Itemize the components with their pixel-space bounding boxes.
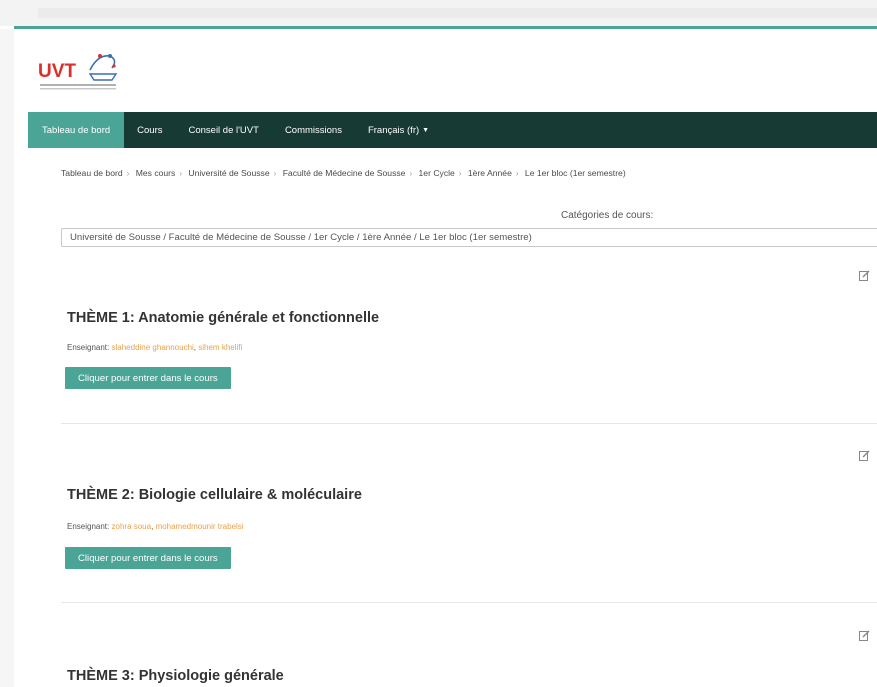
breadcrumb-link[interactable]: Mes cours bbox=[136, 168, 176, 178]
edit-icon[interactable] bbox=[859, 630, 870, 641]
teacher-label: Enseignant: bbox=[67, 343, 110, 352]
edit-icon[interactable] bbox=[859, 270, 870, 281]
nav-item-courses[interactable]: Cours bbox=[124, 112, 175, 148]
enter-course-button[interactable]: Cliquer pour entrer dans le cours bbox=[65, 367, 231, 389]
header-accent-line bbox=[14, 26, 877, 29]
chevron-right-icon: › bbox=[458, 169, 462, 178]
divider bbox=[61, 423, 877, 424]
edit-icon[interactable] bbox=[859, 450, 870, 461]
caret-down-icon: ▼ bbox=[422, 126, 430, 134]
left-gutter bbox=[0, 29, 14, 687]
breadcrumb-link[interactable]: Faculté de Médecine de Sousse bbox=[283, 168, 406, 178]
teacher-link[interactable]: sihem khelifi bbox=[198, 343, 242, 352]
breadcrumb-link[interactable]: 1er Cycle bbox=[419, 168, 455, 178]
uvt-logo[interactable]: UVT bbox=[38, 50, 120, 94]
uvt-logo-icon: UVT bbox=[38, 54, 118, 90]
chevron-right-icon: › bbox=[179, 169, 183, 178]
teacher-label: Enseignant: bbox=[67, 522, 110, 531]
enter-course-button[interactable]: Cliquer pour entrer dans le cours bbox=[65, 547, 231, 569]
course-title[interactable]: THÈME 3: Physiologie générale bbox=[67, 668, 284, 684]
chevron-right-icon: › bbox=[273, 169, 277, 178]
nav-item-dashboard[interactable]: Tableau de bord bbox=[28, 112, 125, 148]
categories-label: Catégories de cours: bbox=[561, 210, 654, 221]
breadcrumb: Tableau de bord › Mes cours › Université d… bbox=[61, 168, 626, 178]
teacher-line: Enseignant: slaheddine ghannouchi, sihem… bbox=[67, 343, 243, 352]
divider bbox=[61, 602, 877, 603]
chevron-right-icon: › bbox=[515, 169, 519, 178]
browser-top-strip bbox=[0, 0, 877, 26]
teacher-link[interactable]: mohamedmounir trabelsi bbox=[156, 522, 244, 531]
teacher-link[interactable]: zohra soua bbox=[112, 522, 152, 531]
nav-label: Tableau de bord bbox=[42, 124, 111, 136]
course-title[interactable]: THÈME 2: Biologie cellulaire & moléculai… bbox=[67, 487, 362, 503]
nav-label: Français (fr) bbox=[367, 124, 420, 136]
breadcrumb-link[interactable]: Tableau de bord bbox=[61, 168, 123, 178]
course-title[interactable]: THÈME 1: Anatomie générale et fonctionne… bbox=[67, 310, 379, 326]
nav-label: Conseil de l'UVT bbox=[188, 124, 259, 136]
nav-item-commissions[interactable]: Commissions bbox=[272, 112, 355, 148]
nav-label: Commissions bbox=[284, 124, 342, 136]
breadcrumb-link[interactable]: Université de Sousse bbox=[188, 168, 269, 178]
breadcrumb-current: Le 1er bloc (1er semestre) bbox=[524, 168, 626, 178]
breadcrumb-link[interactable]: 1ère Année bbox=[468, 168, 512, 178]
nav-item-language[interactable]: Français (fr) ▼ bbox=[355, 112, 442, 148]
chevron-right-icon: › bbox=[126, 169, 130, 178]
chevron-right-icon: › bbox=[409, 169, 413, 178]
logo-text: UVT bbox=[38, 61, 76, 82]
teacher-link[interactable]: slaheddine ghannouchi bbox=[112, 343, 194, 352]
nav-label: Cours bbox=[137, 124, 163, 136]
nav-item-council[interactable]: Conseil de l'UVT bbox=[175, 112, 271, 148]
categories-select[interactable]: Université de Sousse / Faculté de Médeci… bbox=[61, 228, 877, 247]
main-navbar: Tableau de bord Cours Conseil de l'UVT C… bbox=[28, 112, 877, 148]
teacher-line: Enseignant: zohra soua, mohamedmounir tr… bbox=[67, 522, 244, 531]
